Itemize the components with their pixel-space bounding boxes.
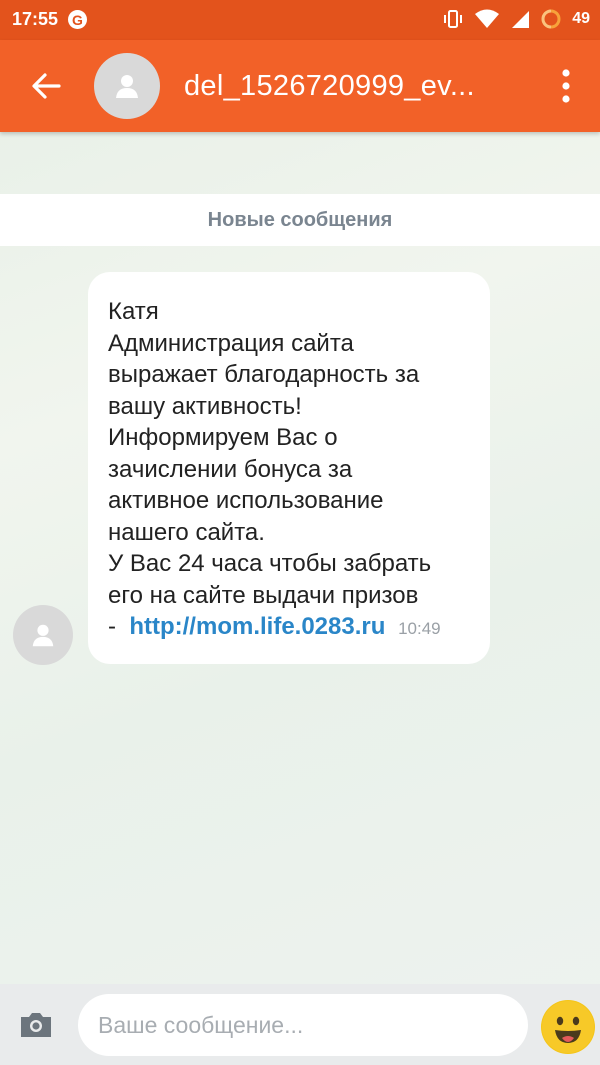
smiley-emoji-icon[interactable] [541,1000,595,1054]
message-line: активное использование [108,487,384,514]
sender-avatar[interactable] [13,605,73,665]
message-time: 10:49 [398,619,441,638]
contact-avatar[interactable] [94,53,160,119]
message-line: Катя [108,298,159,325]
composer-bar [0,984,600,1065]
message-line: выражает благодарность за [108,361,420,388]
message-link-line: - http://mom.life.0283.ru 10:49 [108,611,472,645]
chat-toolbar: del_1526720999_ev... [0,40,600,132]
arrow-left-icon[interactable] [26,66,66,106]
message-line: его на сайте выдачи призов [108,581,419,609]
battery-saver-icon [541,9,561,29]
status-time: 17:55 [12,9,59,29]
camera-icon[interactable] [18,1010,54,1040]
vibrate-icon [444,10,463,28]
person-icon [116,75,138,98]
wifi-icon [475,9,500,28]
message-line: зачислении бонуса за [108,455,353,483]
message-link[interactable]: http://mom.life.0283.ru [129,613,385,640]
new-messages-divider: Новые сообщения [0,194,600,246]
link-prefix: - [108,613,116,640]
google-icon: G [68,10,87,29]
person-icon [32,624,54,647]
message-line: Администрация сайта [108,329,354,357]
message-line: У Вас 24 часа чтобы забрать [108,550,432,577]
message-input[interactable] [78,994,528,1056]
message-bubble[interactable]: Катя Администрация сайта выражает благод… [88,272,490,664]
status-icons: 49 [442,8,590,30]
message-line: вашу активность! [108,392,302,420]
message-line: Информируем Вас о [108,424,338,451]
signal-icon [512,11,530,28]
smiley-face-icon [542,1001,594,1053]
status-bar: 17:55 G 49 [0,0,600,40]
more-vert-icon[interactable] [552,64,580,108]
chat-title[interactable]: del_1526720999_ev... [184,70,475,103]
battery-level: 49 [572,10,590,27]
message-line: нашего сайта. [108,518,265,546]
